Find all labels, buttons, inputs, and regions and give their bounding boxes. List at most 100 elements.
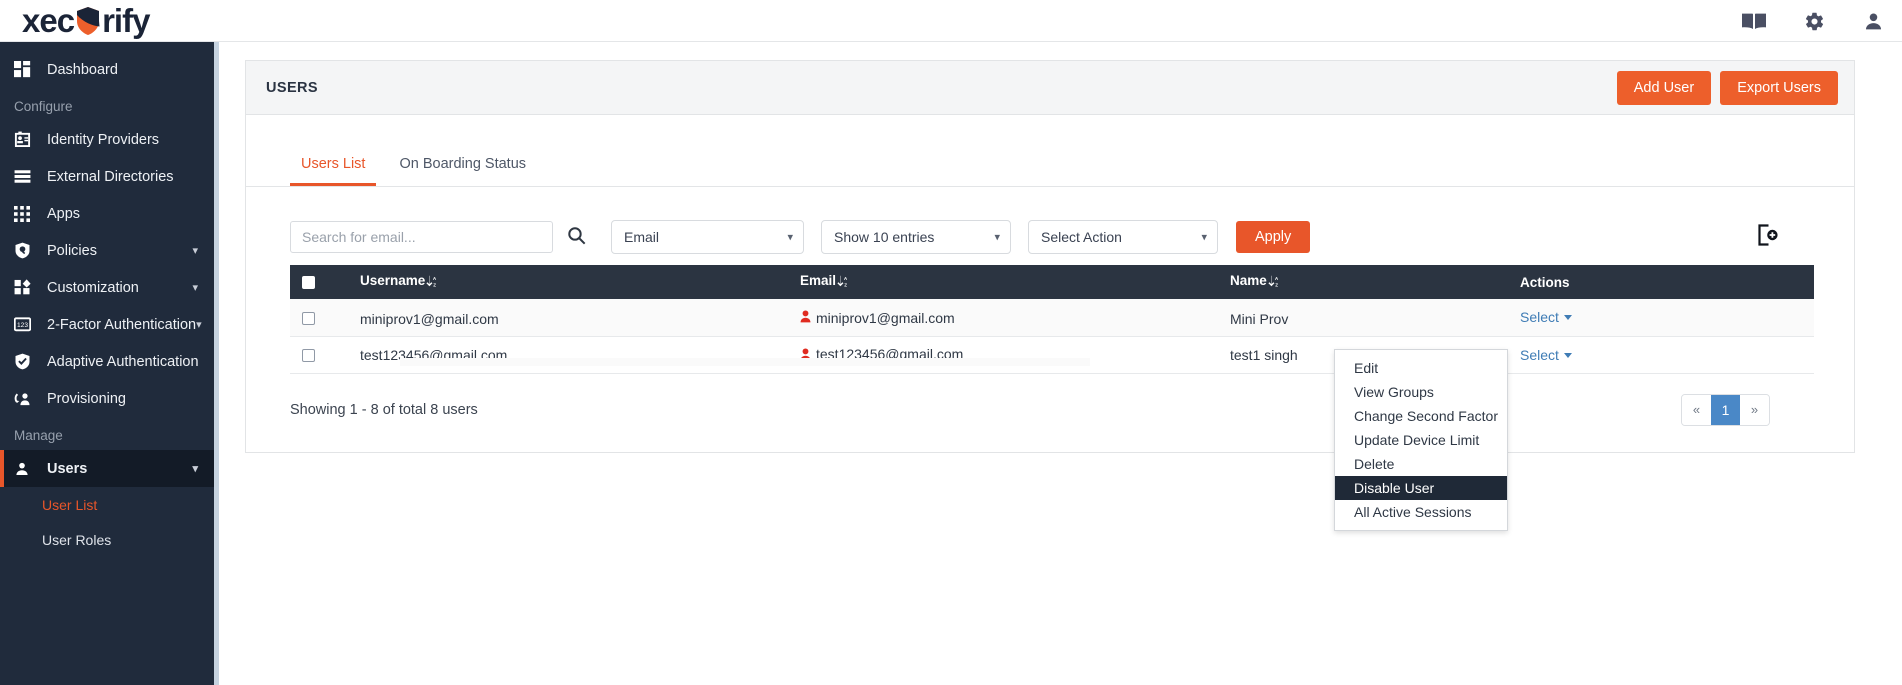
filter-toolbar: Email ▾ Show 10 entries ▾ Select Action … — [246, 187, 1854, 259]
pagination-page-1[interactable]: 1 — [1711, 394, 1740, 425]
sidebar-item-user-list[interactable]: User List — [0, 487, 214, 522]
sidebar-item-policies[interactable]: Policies ▾ — [0, 232, 214, 269]
chevron-down-icon: ▾ — [192, 463, 198, 475]
sidebar-item-label: Policies — [47, 242, 97, 259]
column-name[interactable]: Name A Z — [1218, 265, 1508, 299]
column-email[interactable]: Email A Z — [788, 265, 1218, 299]
card-header-actions: Add User Export Users — [1616, 70, 1838, 105]
svg-text:A: A — [1275, 276, 1279, 281]
search-icon — [567, 226, 586, 248]
table-row[interactable]: test123456@gmail.com test123456@gmail.co… — [290, 336, 1814, 374]
add-user-button[interactable]: Add User — [1616, 70, 1712, 105]
menu-item-edit[interactable]: Edit — [1335, 356, 1507, 380]
brand-logo[interactable]: xec rify — [22, 0, 150, 42]
sidebar-item-provisioning[interactable]: Provisioning — [0, 380, 214, 417]
sidebar-item-identity-providers[interactable]: Identity Providers — [0, 121, 214, 158]
card-header: USERS Add User Export Users — [246, 61, 1854, 115]
field-select[interactable]: Email — [611, 220, 804, 254]
username-text: miniprov1@gmail.com — [360, 311, 499, 328]
cell-username: test123456@gmail.com — [348, 336, 788, 374]
tab-on-boarding-status[interactable]: On Boarding Status — [388, 156, 537, 186]
name-text: test1 singh — [1230, 346, 1298, 363]
menu-item-all-active-sessions[interactable]: All Active Sessions — [1335, 500, 1507, 524]
name-text: Mini Prov — [1230, 311, 1289, 328]
pagination-next[interactable]: » — [1740, 394, 1769, 425]
person-icon — [14, 461, 40, 477]
menu-item-delete[interactable]: Delete — [1335, 452, 1507, 476]
select-all-checkbox[interactable] — [302, 276, 315, 290]
logo-text-right: rify — [102, 2, 150, 39]
sidebar-item-external-directories[interactable]: External Directories — [0, 158, 214, 195]
sidebar-item-adaptive-authentication[interactable]: Adaptive Authentication — [0, 343, 214, 380]
id-card-icon — [14, 131, 40, 148]
shield-search-icon — [14, 242, 40, 259]
entries-select[interactable]: Show 10 entries — [821, 220, 1011, 254]
sidebar-item-user-roles[interactable]: User Roles — [0, 522, 214, 557]
sidebar-item-label: External Directories — [47, 168, 174, 185]
column-username[interactable]: Username A Z — [348, 265, 788, 299]
user-badge-icon — [800, 347, 811, 364]
cell-username: miniprov1@gmail.com — [348, 299, 788, 337]
pagination: « 1 » — [1681, 393, 1770, 426]
table-header: Username A Z Email A Z Name A Z Actions — [290, 265, 1814, 299]
numeric-123-icon: 123 — [14, 317, 40, 332]
row-checkbox-cell — [290, 299, 348, 337]
export-users-button[interactable]: Export Users — [1720, 70, 1838, 105]
gear-icon[interactable] — [1804, 11, 1825, 32]
action-select[interactable]: Select Action — [1028, 220, 1218, 254]
application-window: xec rify Dashboard Configure Identity Pr… — [0, 0, 1902, 685]
sidebar-item-label: Adaptive Authentication — [47, 353, 199, 370]
username-text: test123456@gmail.com — [360, 346, 508, 363]
row-checkbox[interactable] — [302, 312, 315, 326]
logo-text-left: xec — [22, 2, 75, 39]
row-checkbox[interactable] — [302, 349, 315, 363]
search-button[interactable] — [558, 221, 594, 253]
sidebar-subitem-label: User Roles — [42, 531, 112, 548]
sidebar-item-label: Apps — [47, 205, 81, 222]
row-checkbox-cell — [290, 336, 348, 374]
customization-icon — [14, 279, 40, 296]
page-title: USERS — [266, 79, 318, 96]
sidebar-item-users[interactable]: Users ▾ — [0, 450, 214, 487]
sidebar-item-2-factor-authentication[interactable]: 123 2-Factor Authentication ▾ — [0, 306, 214, 343]
menu-item-update-device-limit[interactable]: Update Device Limit — [1335, 428, 1507, 452]
sidebar-subitem-label: User List — [42, 496, 98, 513]
add-user-box-icon[interactable] — [1754, 222, 1780, 253]
sort-az-icon: AZ — [1268, 275, 1279, 291]
cell-actions: Select — [1508, 299, 1814, 337]
field-select-wrapper: Email ▾ — [611, 220, 804, 254]
sort-az-icon: AZ — [426, 275, 437, 291]
tab-users-list[interactable]: Users List — [290, 156, 377, 186]
row-select-dropdown[interactable]: Select — [1520, 309, 1572, 325]
row-select-dropdown[interactable]: Select — [1520, 347, 1572, 363]
sidebar-item-label: Users — [47, 460, 88, 477]
menu-item-change-second-factor[interactable]: Change Second Factor — [1335, 404, 1507, 428]
book-icon[interactable] — [1742, 12, 1766, 30]
email-text: test123456@gmail.com — [816, 345, 964, 362]
pagination-prev[interactable]: « — [1682, 394, 1711, 425]
svg-text:Z: Z — [433, 283, 436, 288]
sidebar-item-customization[interactable]: Customization ▾ — [0, 269, 214, 306]
column-select-all — [290, 265, 348, 299]
sidebar-section-manage: Manage — [14, 428, 63, 443]
table-row[interactable]: miniprov1@gmail.com miniprov1@gmail.com … — [290, 299, 1814, 337]
sidebar-item-apps[interactable]: Apps — [0, 195, 214, 232]
column-actions-label: Actions — [1520, 274, 1570, 290]
directory-list-icon — [14, 168, 40, 185]
sidebar-item-dashboard[interactable]: Dashboard — [0, 51, 214, 88]
menu-item-view-groups[interactable]: View Groups — [1335, 380, 1507, 404]
column-actions: Actions — [1508, 265, 1814, 299]
table-footer: Showing 1 - 8 of total 8 users « 1 » — [246, 374, 1814, 452]
users-card: USERS Add User Export Users Users List O… — [245, 60, 1855, 453]
cell-email: miniprov1@gmail.com — [788, 299, 1218, 337]
search-input[interactable] — [290, 221, 553, 253]
top-bar-icons — [1742, 0, 1884, 42]
user-icon[interactable] — [1863, 11, 1884, 32]
apply-button[interactable]: Apply — [1236, 221, 1311, 253]
menu-item-disable-user[interactable]: Disable User — [1335, 476, 1507, 500]
svg-text:Z: Z — [844, 283, 847, 288]
cell-actions: Select — [1508, 336, 1814, 374]
sidebar-item-label: Dashboard — [47, 61, 118, 78]
column-name-label: Name — [1230, 273, 1267, 288]
chevron-down-icon: ▾ — [192, 245, 198, 257]
